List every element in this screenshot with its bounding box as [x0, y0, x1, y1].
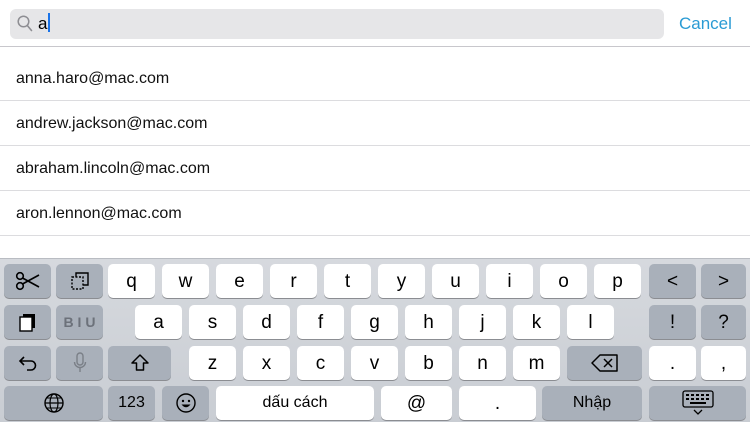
search-icon — [17, 15, 33, 33]
key-l[interactable]: l — [567, 305, 614, 339]
delete-button[interactable] — [567, 346, 642, 380]
key-w[interactable]: w — [162, 264, 209, 298]
format-button[interactable]: B I U — [56, 305, 103, 339]
key-h[interactable]: h — [405, 305, 452, 339]
emoji-button[interactable] — [162, 386, 209, 420]
globe-icon — [43, 392, 65, 414]
search-header: a Cancel — [0, 0, 750, 47]
undo-button[interactable] — [4, 346, 51, 380]
search-query-text: a — [38, 14, 48, 33]
key-j[interactable]: j — [459, 305, 506, 339]
key-r[interactable]: r — [270, 264, 317, 298]
key-x[interactable]: x — [243, 346, 290, 380]
list-item[interactable]: anna.haro@mac.com — [0, 56, 750, 101]
scissors-icon — [15, 271, 41, 291]
return-button[interactable]: Nhập — [542, 386, 642, 420]
space-bar[interactable]: dấu cách — [216, 386, 374, 420]
shift-button[interactable] — [108, 346, 171, 380]
results-list: anna.haro@mac.com andrew.jackson@mac.com… — [0, 56, 750, 236]
copy-button[interactable] — [56, 264, 103, 298]
key-p[interactable]: p — [594, 264, 641, 298]
keyboard-dismiss-icon — [681, 390, 714, 416]
key-n[interactable]: n — [459, 346, 506, 380]
list-item[interactable]: abraham.lincoln@mac.com — [0, 146, 750, 191]
emoji-icon — [175, 392, 197, 414]
key-k[interactable]: k — [513, 305, 560, 339]
key-c[interactable]: c — [297, 346, 344, 380]
key-t[interactable]: t — [324, 264, 371, 298]
search-field[interactable]: a — [10, 9, 664, 39]
key-at[interactable]: @ — [381, 386, 452, 420]
microphone-icon — [73, 352, 87, 374]
key-question[interactable]: ? — [701, 305, 746, 339]
dismiss-keyboard-button[interactable] — [649, 386, 746, 420]
text-caret — [48, 13, 51, 32]
undo-icon — [18, 354, 38, 372]
dictation-button[interactable] — [56, 346, 103, 380]
copy-icon — [69, 271, 91, 291]
cut-button[interactable] — [4, 264, 51, 298]
key-m[interactable]: m — [513, 346, 560, 380]
key-dot[interactable]: . — [459, 386, 536, 420]
key-i[interactable]: i — [486, 264, 533, 298]
key-g[interactable]: g — [351, 305, 398, 339]
key-s[interactable]: s — [189, 305, 236, 339]
key-q[interactable]: q — [108, 264, 155, 298]
key-period[interactable]: . — [649, 346, 696, 380]
key-d[interactable]: d — [243, 305, 290, 339]
key-b[interactable]: b — [405, 346, 452, 380]
key-comma[interactable]: , — [701, 346, 746, 380]
key-v[interactable]: v — [351, 346, 398, 380]
backspace-icon — [590, 354, 619, 372]
keyboard: q w e r t y u i o p < > B I U a s d f g … — [0, 258, 750, 422]
key-e[interactable]: e — [216, 264, 263, 298]
key-u[interactable]: u — [432, 264, 479, 298]
key-exclamation[interactable]: ! — [649, 305, 696, 339]
key-greater-than[interactable]: > — [701, 264, 746, 298]
cancel-button[interactable]: Cancel — [679, 13, 732, 35]
key-o[interactable]: o — [540, 264, 587, 298]
globe-button[interactable] — [4, 386, 103, 420]
list-item[interactable]: aron.lennon@mac.com — [0, 191, 750, 236]
key-less-than[interactable]: < — [649, 264, 696, 298]
numbers-button[interactable]: 123 — [108, 386, 155, 420]
paste-button[interactable] — [4, 305, 51, 339]
key-z[interactable]: z — [189, 346, 236, 380]
key-f[interactable]: f — [297, 305, 344, 339]
key-a[interactable]: a — [135, 305, 182, 339]
search-input[interactable]: a — [38, 13, 51, 35]
paste-icon — [17, 311, 39, 333]
key-y[interactable]: y — [378, 264, 425, 298]
shift-icon — [130, 353, 150, 373]
list-item[interactable]: andrew.jackson@mac.com — [0, 101, 750, 146]
